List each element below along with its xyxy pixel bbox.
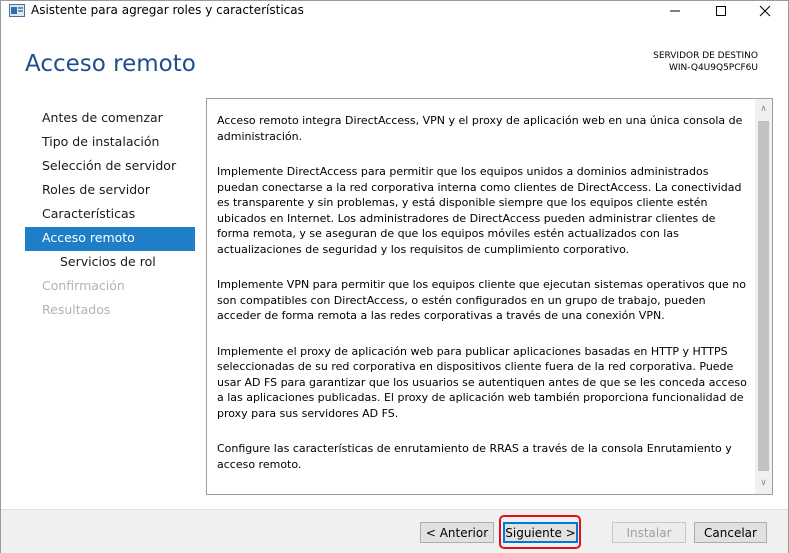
maximize-button[interactable] xyxy=(698,1,744,21)
maximize-icon xyxy=(716,6,726,16)
close-icon xyxy=(759,5,771,17)
previous-button[interactable]: < Anterior xyxy=(420,522,494,543)
nav-item-confirmacion: Confirmación xyxy=(42,278,125,293)
minimize-button[interactable] xyxy=(652,1,698,21)
paragraph-vpn: Implemente VPN para permitir que los equ… xyxy=(217,278,746,322)
paragraph-rras: Configure las características de enrutam… xyxy=(217,442,732,471)
button-bar: < Anterior Siguiente > Instalar Cancelar xyxy=(1,509,788,553)
description-panel: Acceso remoto integra DirectAccess, VPN … xyxy=(206,98,773,495)
close-button[interactable] xyxy=(742,1,788,21)
page-title: Acceso remoto xyxy=(25,51,196,77)
next-button[interactable]: Siguiente > xyxy=(503,522,578,543)
destination-label: SERVIDOR DE DESTINO xyxy=(653,51,758,61)
nav-item-tipo-de-instalacion[interactable]: Tipo de instalación xyxy=(25,131,195,155)
nav-item-antes-de-comenzar[interactable]: Antes de comenzar xyxy=(25,107,195,131)
nav-item-acceso-remoto[interactable]: Acceso remoto xyxy=(25,227,195,251)
install-button: Instalar xyxy=(612,522,686,543)
cancel-button[interactable]: Cancelar xyxy=(694,522,767,543)
scroll-down-icon[interactable]: ∨ xyxy=(755,475,772,492)
server-manager-icon xyxy=(9,4,25,17)
title-bar[interactable]: Asistente para agregar roles y caracterí… xyxy=(1,1,788,21)
paragraph-directaccess: Implemente DirectAccess para permitir qu… xyxy=(217,165,742,256)
minimize-icon xyxy=(670,10,680,12)
destination-server: SERVIDOR DE DESTINO WIN-Q4U9Q5PCF6U xyxy=(653,50,758,74)
nav-item-seleccion-de-servidor[interactable]: Selección de servidor xyxy=(25,155,195,179)
vertical-scrollbar[interactable]: ∧ ∨ xyxy=(755,99,772,494)
paragraph-web-proxy: Implemente el proxy de aplicación web pa… xyxy=(217,344,747,420)
description-text: Acceso remoto integra DirectAccess, VPN … xyxy=(217,113,749,492)
nav-item-resultados: Resultados xyxy=(42,302,111,317)
wizard-window: Asistente para agregar roles y caracterí… xyxy=(0,0,789,553)
destination-server-name: WIN-Q4U9Q5PCF6U xyxy=(669,63,758,73)
scroll-thumb[interactable] xyxy=(758,121,769,471)
scroll-up-icon[interactable]: ∧ xyxy=(755,101,772,118)
paragraph-intro: Acceso remoto integra DirectAccess, VPN … xyxy=(217,114,743,143)
wizard-nav: Antes de comenzar Tipo de instalación Se… xyxy=(25,107,195,323)
nav-item-roles-de-servidor[interactable]: Roles de servidor xyxy=(25,179,195,203)
nav-item-caracteristicas[interactable]: Características xyxy=(25,203,195,227)
nav-item-servicios-de-rol[interactable]: Servicios de rol xyxy=(25,251,195,275)
window-title: Asistente para agregar roles y caracterí… xyxy=(31,3,304,17)
